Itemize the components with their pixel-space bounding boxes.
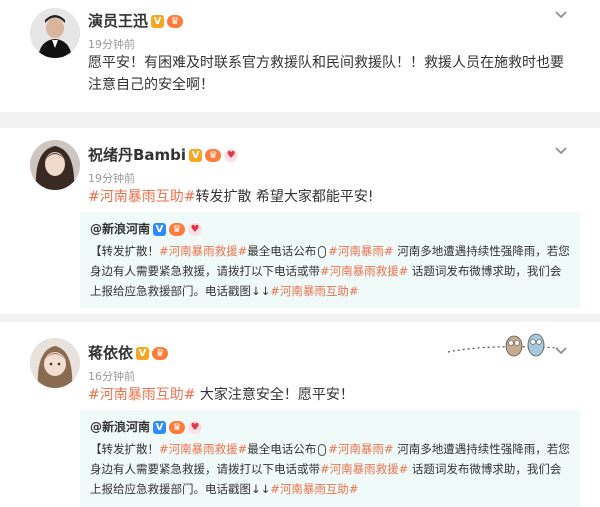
hashtag-link[interactable]: #河南暴雨救援# [320, 264, 408, 278]
verified-badge-icon: V [151, 15, 165, 28]
gift-badge-icon: ♥ [188, 421, 203, 434]
author-name-text[interactable]: 蒋依依 [88, 344, 133, 362]
hashtag-link[interactable]: #河南暴雨救援# [159, 244, 247, 258]
microphone-icon [318, 245, 327, 258]
hashtag-link[interactable]: #河南暴雨互助# [88, 387, 195, 403]
hashtag-link[interactable]: #河南暴雨# [328, 244, 393, 258]
post-text-body: 大家注意安全！愿平安！ [195, 387, 354, 403]
repost-segment: 最全电话公布 [247, 442, 317, 456]
author-name-text[interactable]: 演员王迅 [88, 12, 148, 30]
post-text: #河南暴雨互助# 大家注意安全！愿平安！ [88, 384, 570, 406]
repost-text: 【转发扩散！#河南暴雨救援#最全电话公布 #河南暴雨# 河南多地遭遇持续性强降雨，… [90, 439, 570, 499]
repost-box[interactable]: @新浪河南 V ♛ ♥ 【转发扩散！#河南暴雨救援#最全电话公布 #河南暴雨# 河南多地… [80, 212, 580, 308]
chevron-down-icon[interactable] [554, 8, 568, 22]
repost-lead: 【转发扩散！ [90, 442, 159, 456]
verified-badge-icon: V [153, 223, 167, 236]
post-text: 愿平安！有困难及时联系官方救援队和民间救援队！！救援人员在施救时也要注意自己的安… [88, 55, 564, 93]
owl-decoration-icon [448, 333, 558, 357]
post-time[interactable]: 16分钟前 [88, 368, 135, 384]
avatar-image [30, 338, 80, 388]
hashtag-link[interactable]: #河南暴雨# [328, 442, 393, 456]
repost-segment: 最全电话公布 [247, 244, 317, 258]
author-name[interactable]: 祝绪丹Bambi V ♛ ♥ [88, 144, 239, 165]
avatar[interactable] [30, 8, 80, 58]
post-text: #河南暴雨互助#转发扩散 希望大家都能平安! [88, 186, 570, 208]
repost-text: 【转发扩散！#河南暴雨救援#最全电话公布 #河南暴雨# 河南多地遭遇持续性强降雨，… [90, 241, 570, 301]
hashtag-link[interactable]: #河南暴雨救援# [320, 462, 408, 476]
author-name-text[interactable]: 祝绪丹Bambi [88, 146, 186, 164]
repost-lead: 【转发扩散！ [90, 244, 159, 258]
avatar-image [30, 8, 80, 58]
post-time[interactable]: 19分钟前 [88, 170, 135, 186]
hashtag-link[interactable]: #河南暴雨互助# [88, 189, 195, 205]
repost-author[interactable]: @新浪河南 V ♛ ♥ [90, 418, 570, 435]
repost-author[interactable]: @新浪河南 V ♛ ♥ [90, 220, 570, 237]
author-name[interactable]: 演员王迅 V ♛ [88, 10, 184, 31]
verified-badge-icon: V [136, 347, 150, 360]
verified-badge-icon: V [189, 149, 203, 162]
post-time[interactable]: 19分钟前 [88, 36, 135, 52]
repost-author-text[interactable]: @新浪河南 [90, 222, 150, 236]
chevron-down-icon[interactable] [554, 344, 568, 358]
avatar-image [30, 140, 80, 190]
gift-badge-icon: ♥ [224, 149, 239, 162]
gift-badge-icon: ♥ [188, 223, 203, 236]
hashtag-link[interactable]: #河南暴雨互助# [270, 482, 358, 496]
hashtag-link[interactable]: #河南暴雨救援# [159, 442, 247, 456]
crown-badge-icon: ♛ [169, 223, 186, 236]
hashtag-link[interactable]: #河南暴雨互助# [270, 284, 358, 298]
crown-badge-icon: ♛ [205, 149, 222, 162]
post-card: 演员王迅 V ♛ 19分钟前 愿平安！有困难及时联系官方救援队和民间救援队！！救援人… [0, 0, 600, 112]
avatar[interactable] [30, 338, 80, 388]
post-text-body: 转发扩散 希望大家都能平安! [195, 189, 374, 205]
author-name[interactable]: 蒋依依 V ♛ [88, 342, 169, 363]
crown-badge-icon: ♛ [152, 347, 169, 360]
chevron-down-icon[interactable] [554, 144, 568, 158]
repost-author-text[interactable]: @新浪河南 [90, 420, 150, 434]
microphone-icon [318, 443, 327, 456]
verified-badge-icon: V [153, 421, 167, 434]
avatar[interactable] [30, 140, 80, 190]
post-card: 蒋依依 V ♛ 16分钟前 #河南暴雨互助# 大家注意安全！愿平安！ @新浪河南 V ♛… [0, 322, 600, 507]
repost-box[interactable]: @新浪河南 V ♛ ♥ 【转发扩散！#河南暴雨救援#最全电话公布 #河南暴雨# 河南多地… [80, 410, 580, 507]
post-card: 祝绪丹Bambi V ♛ ♥ 19分钟前 #河南暴雨互助#转发扩散 希望大家都能平安!… [0, 128, 600, 314]
crown-badge-icon: ♛ [169, 421, 186, 434]
crown-badge-icon: ♛ [167, 15, 184, 28]
